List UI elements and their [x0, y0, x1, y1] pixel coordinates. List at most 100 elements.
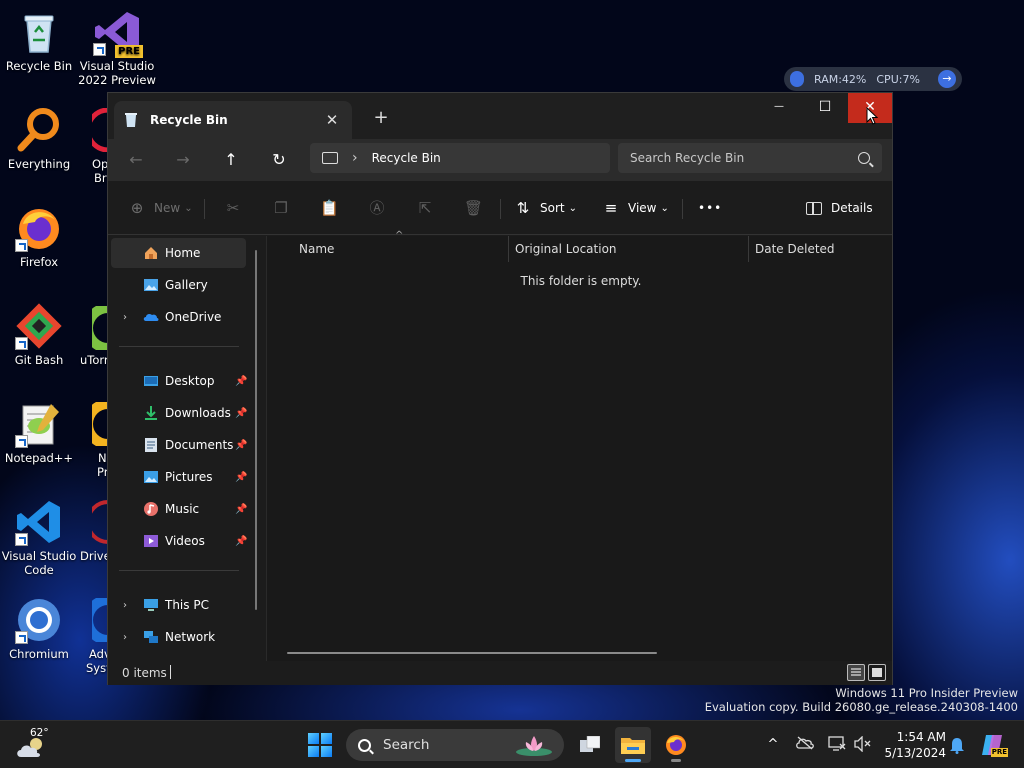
search-icon — [858, 152, 870, 164]
desktop-icon-visual-studio-preview[interactable]: PRE Visual Studio 2022 Preview — [78, 8, 156, 87]
divider — [170, 665, 171, 679]
details-button[interactable]: Details — [806, 196, 873, 220]
divider — [500, 199, 501, 219]
tab-close-icon[interactable]: ✕ — [322, 110, 342, 130]
title-bar[interactable]: Recycle Bin ✕ + — ☐ ✕ — [108, 93, 892, 139]
git-bash-icon — [15, 302, 63, 350]
search-box[interactable]: Search Recycle Bin — [618, 143, 882, 173]
pin-icon[interactable]: 📌 — [235, 472, 247, 483]
rename-icon[interactable]: Ⓐ — [368, 199, 386, 217]
taskbar-file-explorer[interactable] — [615, 727, 651, 763]
address-bar[interactable]: › Recycle Bin — [310, 143, 610, 173]
network-icon[interactable] — [828, 736, 846, 754]
sidebar-item-desktop[interactable]: Desktop 📌 — [111, 366, 247, 396]
cut-icon[interactable]: ✂ — [224, 199, 242, 217]
sidebar-item-label: Music — [165, 502, 200, 516]
view-button[interactable]: ≡ View ⌄ — [602, 196, 669, 220]
pin-icon[interactable]: 📌 — [235, 408, 247, 419]
windows-logo-icon — [308, 733, 319, 744]
sidebar-item-gallery[interactable]: Gallery — [111, 270, 246, 300]
desktop-icon-git-bash[interactable]: Git Bash — [0, 302, 78, 367]
desktop-icon-chromium[interactable]: Chromium — [0, 596, 78, 661]
minimize-button[interactable]: — — [756, 93, 802, 123]
column-header-original-location[interactable]: Original Location — [515, 236, 617, 262]
copilot-button[interactable]: PRE — [980, 733, 1008, 757]
sidebar-item-videos[interactable]: Videos 📌 — [111, 526, 247, 556]
sidebar-item-onedrive[interactable]: › OneDrive — [111, 302, 246, 332]
share-icon[interactable]: ⇱ — [416, 199, 434, 217]
desktop-icon-notepad-plus-plus[interactable]: Notepad++ — [0, 400, 78, 465]
chevron-right-icon[interactable]: › — [123, 312, 127, 323]
desktop-icon-recycle-bin[interactable]: Recycle Bin — [0, 8, 78, 73]
horizontal-scrollbar[interactable] — [287, 652, 657, 654]
desktop-icon-visual-studio-code[interactable]: Visual Studio Code — [0, 498, 78, 577]
sidebar-item-downloads[interactable]: Downloads 📌 — [111, 398, 247, 428]
chevron-right-icon[interactable]: › — [123, 600, 127, 611]
system-clock[interactable]: 1:54 AM 5/13/2024 — [880, 729, 946, 761]
desktop-icon-everything[interactable]: Everything — [0, 106, 78, 171]
taskbar-firefox[interactable] — [658, 727, 694, 763]
back-button[interactable]: ← — [122, 147, 150, 173]
performance-widget[interactable]: RAM:42% CPU:7% → — [784, 67, 962, 91]
up-button[interactable]: ↑ — [217, 147, 245, 173]
volume-muted-icon[interactable] — [854, 735, 872, 754]
navigation-bar: ← → ↑ ↻ › Recycle Bin Search Recycle Bin — [108, 139, 892, 181]
sidebar-item-documents[interactable]: Documents 📌 — [111, 430, 247, 460]
show-hidden-icons-button[interactable]: ^ — [764, 736, 782, 754]
pin-icon[interactable]: 📌 — [235, 504, 247, 515]
forward-button[interactable]: → — [169, 147, 197, 173]
column-header-date-deleted[interactable]: Date Deleted — [755, 236, 835, 262]
sort-label: Sort — [540, 201, 565, 215]
shortcut-arrow-icon — [93, 43, 106, 56]
partial-label: Op — [92, 157, 109, 171]
onedrive-offline-icon[interactable] — [796, 736, 814, 754]
arrow-right-icon[interactable]: → — [938, 70, 956, 88]
windows-watermark: Windows 11 Pro Insider Preview Evaluatio… — [705, 686, 1018, 714]
new-label: New — [154, 201, 181, 215]
address-location[interactable]: Recycle Bin — [372, 151, 441, 165]
new-tab-button[interactable]: + — [370, 107, 392, 129]
sidebar-item-pictures[interactable]: Pictures 📌 — [111, 462, 247, 492]
new-button[interactable]: ⊕ New ⌄ — [128, 196, 193, 220]
taskbar-search[interactable]: Search — [346, 729, 564, 761]
taskbar-task-view[interactable] — [572, 727, 608, 763]
active-indicator — [625, 759, 641, 762]
pin-icon[interactable]: 📌 — [235, 440, 247, 451]
copy-icon[interactable]: ❐ — [272, 199, 290, 217]
column-header-name[interactable]: Name — [299, 236, 334, 262]
chevron-right-icon[interactable]: › — [123, 632, 127, 643]
home-icon — [143, 245, 159, 261]
details-view-button[interactable] — [847, 664, 865, 681]
file-list: ^ Name Original Location Date Deleted Th… — [266, 230, 892, 661]
paste-icon[interactable]: 📋 — [320, 199, 339, 217]
firefox-icon — [15, 204, 63, 252]
sort-button[interactable]: ⇅ Sort ⌄ — [514, 196, 577, 220]
sidebar-item-this-pc[interactable]: › This PC — [111, 590, 246, 620]
notification-bell-icon[interactable] — [948, 736, 966, 754]
tab-recycle-bin[interactable]: Recycle Bin ✕ — [114, 101, 352, 139]
sidebar-item-label: This PC — [165, 598, 209, 612]
gallery-icon — [143, 277, 159, 293]
sidebar-item-music[interactable]: Music 📌 — [111, 494, 247, 524]
visual-studio-icon: PRE — [93, 8, 143, 58]
divider — [204, 199, 205, 219]
weather-widget[interactable]: 62° — [16, 727, 50, 763]
column-divider[interactable] — [508, 236, 509, 262]
start-button[interactable] — [308, 733, 332, 757]
column-divider[interactable] — [748, 236, 749, 262]
maximize-button[interactable]: ☐ — [802, 93, 848, 123]
pin-icon[interactable]: 📌 — [235, 536, 247, 547]
pin-icon[interactable]: 📌 — [235, 376, 247, 387]
sidebar-item-network[interactable]: › Network — [111, 622, 246, 652]
chevron-right-icon[interactable]: › — [352, 150, 358, 166]
desktop-icon-firefox[interactable]: Firefox — [0, 204, 78, 269]
nav-pane-scrollbar[interactable] — [255, 250, 257, 610]
command-bar: ⊕ New ⌄ ✂ ❐ 📋 Ⓐ ⇱ 🗑 ⇅ Sort ⌄ ≡ View ⌄ ••… — [108, 181, 892, 235]
more-options-button[interactable]: ••• — [698, 196, 722, 220]
refresh-button[interactable]: ↻ — [265, 147, 293, 173]
videos-icon — [143, 533, 159, 549]
sidebar-item-home[interactable]: Home — [111, 238, 246, 268]
large-icons-view-button[interactable] — [868, 664, 886, 681]
desktop-icon-label: Chromium — [9, 647, 69, 661]
delete-icon[interactable]: 🗑 — [464, 199, 483, 217]
